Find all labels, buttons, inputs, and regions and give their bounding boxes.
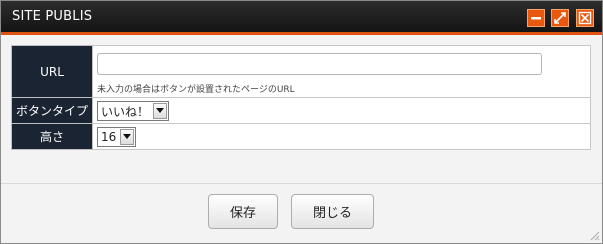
height-select[interactable]: 16 (97, 127, 137, 147)
button-type-cell: いいね！ (92, 97, 591, 124)
button-type-row: ボタンタイプ いいね！ (11, 97, 591, 124)
dropdown-arrow[interactable] (120, 129, 135, 145)
dialog-window: SITE PUBLIS URL 未入力の場合はボタンが設置されたページのURL (0, 0, 603, 244)
close-button[interactable]: 閉じる (291, 194, 374, 229)
resize-grip-icon[interactable] (588, 229, 600, 241)
footer-divider (1, 183, 602, 184)
height-value: 16 (101, 130, 117, 144)
dropdown-arrow[interactable] (153, 103, 168, 119)
close-window-button[interactable] (576, 9, 594, 27)
url-row: URL 未入力の場合はボタンが設置されたページのURL (11, 45, 591, 98)
maximize-button[interactable] (551, 9, 569, 27)
height-label: 高さ (11, 123, 93, 150)
chevron-down-icon (156, 108, 165, 113)
settings-form: URL 未入力の場合はボタンが設置されたページのURL ボタンタイプ いいね！ … (11, 45, 591, 150)
url-label: URL (11, 45, 93, 98)
window-title: SITE PUBLIS (12, 9, 93, 24)
url-hint: 未入力の場合はボタンが設置されたページのURL (97, 85, 295, 95)
height-row: 高さ 16 (11, 123, 591, 150)
title-accent-bar (1, 32, 602, 35)
title-bar[interactable]: SITE PUBLIS (1, 1, 602, 32)
close-icon (578, 11, 592, 25)
button-type-label: ボタンタイプ (11, 97, 93, 124)
minimize-button[interactable] (527, 9, 545, 27)
maximize-icon (554, 12, 566, 24)
height-cell: 16 (92, 123, 591, 150)
button-type-value: いいね！ (101, 104, 150, 119)
button-type-select[interactable]: いいね！ (97, 101, 170, 121)
url-input[interactable] (97, 53, 542, 75)
minimize-icon (531, 17, 541, 20)
chevron-down-icon (123, 134, 132, 139)
url-cell: 未入力の場合はボタンが設置されたページのURL (92, 45, 591, 98)
save-button[interactable]: 保存 (208, 194, 278, 229)
